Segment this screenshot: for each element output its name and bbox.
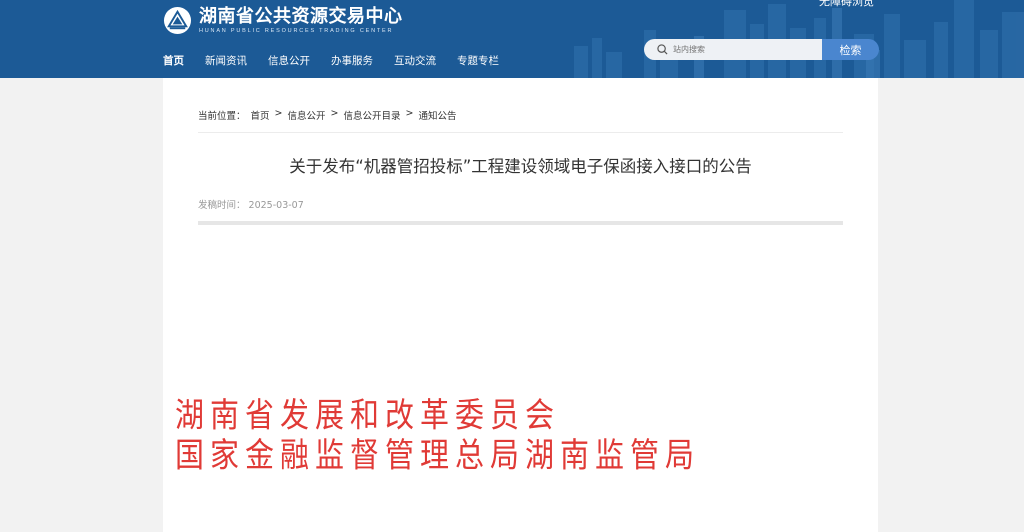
publish-date: 2025-03-07 [248,200,304,211]
breadcrumb-item-info-disclosure[interactable]: 信息公开 [288,108,326,122]
search-button[interactable]: 检索 [822,39,879,60]
article-title: 关于发布“机器管招投标”工程建设领域电子保函接入接口的公告 [289,157,752,176]
logo-emblem-icon [163,6,192,35]
breadcrumb-prefix: 当前位置： [198,111,246,122]
nav-item-interaction[interactable]: 互动交流 [394,53,436,68]
breadcrumb-separator: > [330,108,339,119]
nav-item-news[interactable]: 新闻资讯 [205,53,247,68]
publish-date-row: 发稿时间： 2025-03-07 [198,197,304,211]
nav-item-special-topics[interactable]: 专题专栏 [457,53,499,68]
breadcrumb-item-info-catalog[interactable]: 信息公开目录 [343,108,400,122]
search-icon [657,44,668,55]
breadcrumb-item-notices[interactable]: 通知公告 [418,108,456,122]
nav-item-services[interactable]: 办事服务 [331,53,373,68]
accessibility-link[interactable]: 无障碍浏览 [819,0,874,9]
nav-item-home[interactable]: 首页 [163,53,184,68]
site-title-en: HUNAN PUBLIC RESOURCES TRADING CENTER [199,27,394,34]
breadcrumb-separator: > [405,108,414,119]
breadcrumb: 当前位置： 首页 > 信息公开 > 信息公开目录 > 通知公告 [198,108,461,122]
publish-date-label: 发稿时间： [198,200,246,211]
search-field [644,39,822,60]
breadcrumb-separator: > [274,108,283,119]
nav-item-info-disclosure[interactable]: 信息公开 [268,53,310,68]
site-title-cn: 湖南省公共资源交易中心 [199,5,403,27]
site-logo[interactable]: 湖南省公共资源交易中心 HUNAN PUBLIC RESOURCES TRADI… [163,6,403,35]
article-divider [198,221,843,225]
document-issuer-line-2: 国家金融监督管理总局湖南监管局 [175,435,701,475]
header: 湖南省公共资源交易中心 HUNAN PUBLIC RESOURCES TRADI… [0,0,1024,78]
breadcrumb-item-home[interactable]: 首页 [251,108,270,122]
document-header-image: 湖南省发展和改革委员会 国家金融监督管理总局湖南监管局 [175,392,694,474]
breadcrumb-divider [198,132,843,133]
search-bar: 检索 [644,39,879,60]
main-nav: 首页 新闻资讯 信息公开 办事服务 互动交流 专题专栏 [163,53,520,68]
search-input[interactable] [673,45,813,54]
